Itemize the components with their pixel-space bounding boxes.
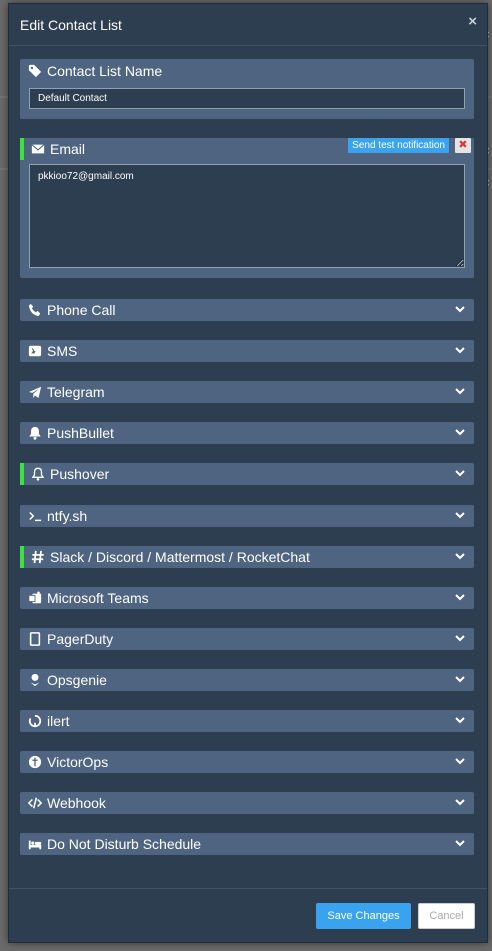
envelope-icon bbox=[31, 142, 45, 156]
phone-icon bbox=[28, 303, 42, 317]
modal-title: Edit Contact List bbox=[20, 17, 122, 33]
pagerduty-icon bbox=[28, 632, 42, 646]
terminal-icon bbox=[28, 509, 42, 523]
bed-icon bbox=[28, 837, 42, 851]
channel-panel[interactable]: PushBullet bbox=[20, 422, 474, 444]
chevron-down-icon bbox=[455, 347, 465, 354]
bell-icon bbox=[28, 426, 42, 440]
channel-panel[interactable]: PagerDuty bbox=[20, 628, 474, 650]
chevron-down-icon bbox=[455, 635, 465, 642]
chevron-down-icon bbox=[455, 429, 465, 436]
channel-panel[interactable]: Do Not Disturb Schedule bbox=[20, 833, 474, 855]
send-test-notification-button[interactable]: Send test notification bbox=[348, 138, 449, 153]
victorops-icon bbox=[28, 755, 42, 769]
opsgenie-icon bbox=[28, 673, 42, 687]
contact-list-name-label: Contact List Name bbox=[47, 63, 163, 79]
telegram-icon bbox=[28, 385, 42, 399]
modal-header: Edit Contact List × bbox=[9, 4, 487, 46]
channel-header[interactable]: Opsgenie bbox=[20, 669, 474, 691]
channel-label: Microsoft Teams bbox=[47, 590, 149, 606]
channel-panel[interactable]: ntfy.sh bbox=[20, 505, 474, 527]
channel-header[interactable]: VictorOps bbox=[20, 751, 474, 773]
email-label: Email bbox=[50, 141, 86, 157]
channel-label: VictorOps bbox=[47, 754, 109, 770]
delete-email-button[interactable]: ✖ bbox=[455, 138, 471, 153]
channel-panel[interactable]: VictorOps bbox=[20, 751, 474, 773]
chevron-down-icon bbox=[455, 799, 465, 806]
channel-panel[interactable]: Pushover bbox=[20, 463, 474, 485]
save-changes-button[interactable]: Save Changes bbox=[316, 903, 411, 929]
chevron-down-icon bbox=[455, 758, 465, 765]
channel-label: Telegram bbox=[47, 384, 105, 400]
channel-panel[interactable]: Slack / Discord / Mattermost / RocketCha… bbox=[20, 546, 474, 568]
channel-panel[interactable]: SMS bbox=[20, 340, 474, 362]
channel-header[interactable]: SMS bbox=[20, 340, 474, 362]
contact-list-name-header: Contact List Name bbox=[20, 59, 474, 83]
edit-contact-list-modal: Edit Contact List × Contact List Name Em… bbox=[8, 3, 488, 943]
code-icon bbox=[28, 796, 42, 810]
channel-header[interactable]: Slack / Discord / Mattermost / RocketCha… bbox=[20, 546, 474, 568]
chevron-down-icon bbox=[455, 553, 465, 560]
channel-header[interactable]: ilert bbox=[20, 710, 474, 732]
chevron-down-icon bbox=[455, 676, 465, 683]
channel-panel[interactable]: Microsoft Teams bbox=[20, 587, 474, 609]
bell-outline-icon bbox=[31, 467, 45, 481]
channel-label: Webhook bbox=[47, 795, 106, 811]
chevron-down-icon bbox=[455, 594, 465, 601]
channel-panel[interactable]: ilert bbox=[20, 710, 474, 732]
channel-label: Phone Call bbox=[47, 302, 116, 318]
channel-label: ilert bbox=[47, 713, 70, 729]
contact-list-name-panel: Contact List Name bbox=[20, 59, 474, 119]
channel-header[interactable]: Telegram bbox=[20, 381, 474, 403]
tag-icon bbox=[28, 64, 42, 78]
chevron-down-icon bbox=[455, 512, 465, 519]
chevron-down-icon bbox=[455, 840, 465, 847]
channel-label: SMS bbox=[47, 343, 78, 359]
cancel-button[interactable]: Cancel bbox=[418, 903, 475, 929]
channel-header[interactable]: Microsoft Teams bbox=[20, 587, 474, 609]
sms-icon bbox=[28, 344, 42, 358]
channel-panel[interactable]: Opsgenie bbox=[20, 669, 474, 691]
channel-panel[interactable]: Telegram bbox=[20, 381, 474, 403]
email-panel: Email Send test notification ✖ pkkioo72@… bbox=[20, 138, 474, 278]
channel-header[interactable]: Pushover bbox=[20, 463, 474, 485]
chevron-down-icon bbox=[455, 388, 465, 395]
channel-header[interactable]: PushBullet bbox=[20, 422, 474, 444]
channel-label: Pushover bbox=[50, 466, 110, 482]
chevron-down-icon bbox=[455, 306, 465, 313]
ilert-icon bbox=[28, 714, 42, 728]
channel-header[interactable]: Do Not Disturb Schedule bbox=[20, 833, 474, 855]
chevron-down-icon bbox=[455, 717, 465, 724]
channel-header[interactable]: ntfy.sh bbox=[20, 505, 474, 527]
channel-panel[interactable]: Phone Call bbox=[20, 299, 474, 321]
channel-label: Opsgenie bbox=[47, 672, 107, 688]
channel-label: Slack / Discord / Mattermost / RocketCha… bbox=[50, 549, 310, 565]
channel-label: PushBullet bbox=[47, 425, 114, 441]
channel-panel[interactable]: Webhook bbox=[20, 792, 474, 814]
email-header: Email Send test notification ✖ bbox=[20, 138, 474, 160]
modal-close-button[interactable]: × bbox=[468, 13, 477, 30]
channel-header[interactable]: Phone Call bbox=[20, 299, 474, 321]
email-addresses-textarea[interactable]: pkkioo72@gmail.com bbox=[29, 164, 465, 268]
chevron-down-icon bbox=[455, 470, 465, 477]
channel-header[interactable]: PagerDuty bbox=[20, 628, 474, 650]
hashtag-icon bbox=[31, 550, 45, 564]
teams-icon bbox=[28, 591, 42, 605]
modal-footer: Save Changes Cancel bbox=[9, 888, 487, 943]
channel-label: ntfy.sh bbox=[47, 508, 88, 524]
channel-label: PagerDuty bbox=[47, 631, 114, 647]
contact-list-name-input[interactable] bbox=[29, 88, 465, 109]
channel-label: Do Not Disturb Schedule bbox=[47, 836, 202, 852]
channel-header[interactable]: Webhook bbox=[20, 792, 474, 814]
